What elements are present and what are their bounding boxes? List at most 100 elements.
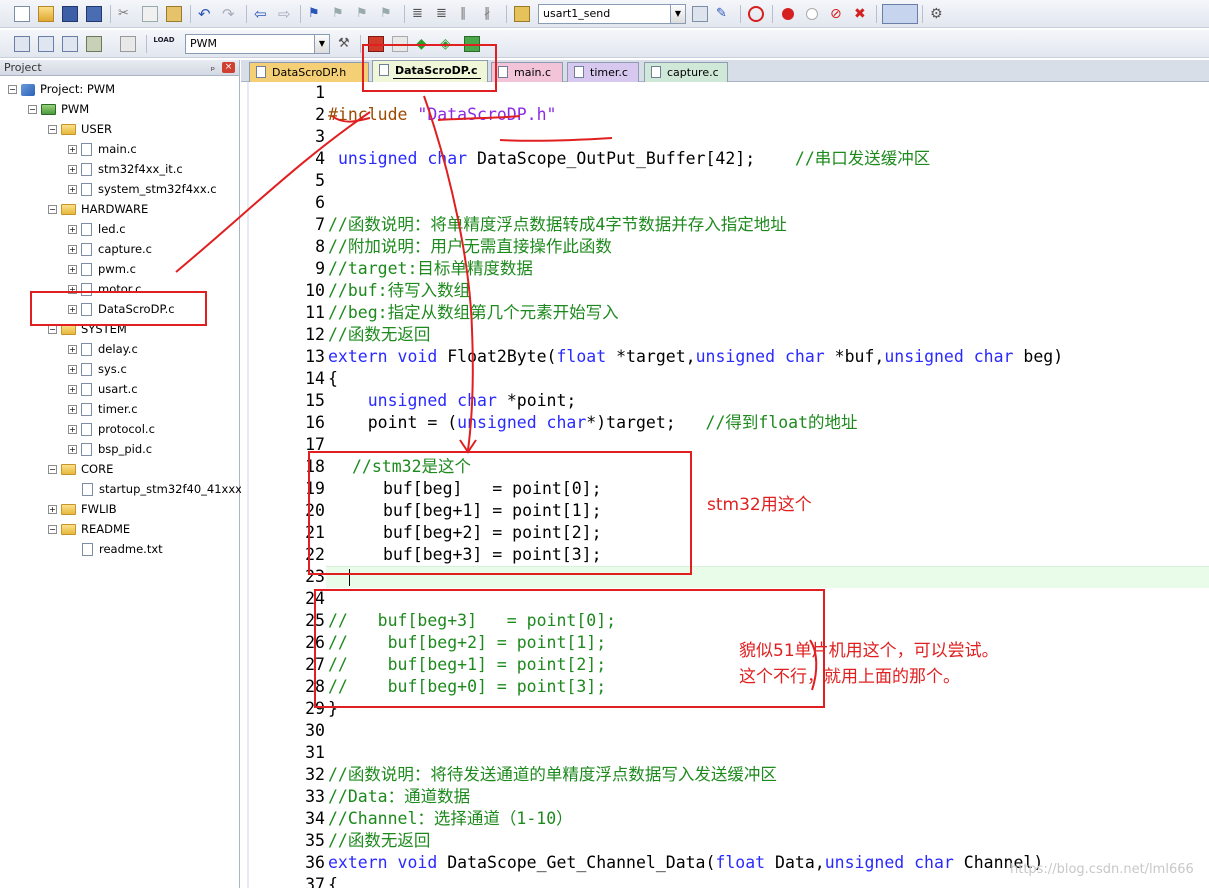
line-number: 12 bbox=[305, 325, 325, 344]
comment-icon[interactable]: ∥ bbox=[460, 6, 476, 22]
window-layout-icon[interactable] bbox=[882, 4, 918, 24]
tab-main-c[interactable]: main.c bbox=[491, 62, 563, 82]
cut-icon[interactable]: ✂ bbox=[118, 6, 134, 22]
tree-file[interactable]: + usart.c bbox=[68, 379, 138, 399]
find-icon[interactable]: ✎ bbox=[716, 6, 732, 22]
debug-session-icon[interactable] bbox=[748, 6, 764, 22]
nav-back-icon[interactable]: ⇦ bbox=[254, 6, 270, 22]
annotation-box-stm32 bbox=[308, 451, 692, 575]
new-file-icon[interactable] bbox=[14, 6, 30, 22]
tab-timer-c[interactable]: timer.c bbox=[567, 62, 639, 82]
expand-icon[interactable]: + bbox=[68, 425, 77, 434]
chevron-down-icon[interactable]: ▼ bbox=[670, 5, 685, 23]
target-combo[interactable]: usart1_send ▼ bbox=[538, 4, 686, 24]
configuration-wrench-icon[interactable]: ⚙ bbox=[930, 6, 946, 22]
build-icon[interactable] bbox=[38, 36, 54, 52]
batch-build-icon[interactable] bbox=[86, 36, 102, 52]
code-line: //target:目标单精度数据 bbox=[328, 259, 533, 278]
tree-folder-user[interactable]: − USER bbox=[48, 119, 112, 139]
tree-file[interactable]: + timer.c bbox=[68, 399, 138, 419]
project-target-combo[interactable]: PWM ▼ bbox=[185, 34, 330, 54]
bookmark-clear-icon[interactable]: ⚑ bbox=[380, 6, 396, 22]
toolbar-separator bbox=[246, 5, 247, 23]
tree-folder-readme[interactable]: − README bbox=[48, 519, 130, 539]
annotation-51-line2: 这个不行，就用上面的那个。 bbox=[739, 667, 960, 687]
tree-file[interactable]: + pwm.c bbox=[68, 259, 136, 279]
collapse-icon[interactable]: − bbox=[48, 325, 57, 334]
tree-item-project-root[interactable]: − Project: PWM bbox=[8, 79, 115, 99]
find-in-files-icon[interactable] bbox=[514, 6, 530, 22]
tab-datascrodp-h[interactable]: DataScroDP.h bbox=[249, 62, 369, 82]
collapse-icon[interactable]: − bbox=[48, 205, 57, 214]
tree-file[interactable]: + protocol.c bbox=[68, 419, 155, 439]
expand-icon[interactable]: + bbox=[68, 265, 77, 274]
paste-icon[interactable] bbox=[166, 6, 182, 22]
tree-file[interactable]: + stm32f4xx_it.c bbox=[68, 159, 183, 179]
tab-capture-c[interactable]: capture.c bbox=[644, 62, 728, 82]
tree-item-label: main.c bbox=[98, 142, 137, 156]
chevron-down-icon[interactable]: ▼ bbox=[314, 35, 329, 53]
bookmark-next-icon[interactable]: ⚑ bbox=[356, 6, 372, 22]
expand-icon[interactable]: + bbox=[68, 185, 77, 194]
expand-icon[interactable]: + bbox=[68, 365, 77, 374]
collapse-icon[interactable]: − bbox=[48, 125, 57, 134]
translate-icon[interactable] bbox=[14, 36, 30, 52]
code-line: { bbox=[328, 369, 338, 388]
expand-icon[interactable]: + bbox=[68, 345, 77, 354]
breakpoint-kill-icon[interactable]: ✖ bbox=[854, 6, 870, 22]
collapse-icon[interactable]: − bbox=[48, 525, 57, 534]
unindent-icon[interactable]: ≣ bbox=[436, 6, 452, 22]
breakpoint-insert-icon[interactable] bbox=[782, 8, 794, 20]
expand-icon[interactable]: + bbox=[68, 445, 77, 454]
line-number: 36 bbox=[305, 853, 325, 872]
tree-item-label: USER bbox=[81, 122, 112, 136]
watermark: https://blog.csdn.net/lml666 bbox=[1010, 862, 1194, 877]
bookmark-prev-icon[interactable]: ⚑ bbox=[332, 6, 348, 22]
tree-file[interactable]: readme.txt bbox=[82, 539, 163, 559]
save-all-icon[interactable] bbox=[86, 6, 102, 22]
tree-file[interactable]: + sys.c bbox=[68, 359, 127, 379]
expand-icon[interactable]: + bbox=[68, 385, 77, 394]
file-icon bbox=[81, 443, 92, 456]
load-download-icon[interactable]: LOAD bbox=[152, 36, 176, 52]
rebuild-icon[interactable] bbox=[62, 36, 78, 52]
tree-file[interactable]: + main.c bbox=[68, 139, 137, 159]
expand-icon[interactable]: + bbox=[68, 245, 77, 254]
target-options-icon[interactable]: ⚒ bbox=[338, 36, 354, 52]
tree-item-target[interactable]: − PWM bbox=[28, 99, 89, 119]
save-icon[interactable] bbox=[62, 6, 78, 22]
pin-icon[interactable]: ₚ bbox=[211, 60, 215, 76]
open-file-icon[interactable] bbox=[38, 6, 54, 22]
tree-file[interactable]: + system_stm32f4xx.c bbox=[68, 179, 217, 199]
incremental-find-icon[interactable] bbox=[692, 6, 708, 22]
close-icon[interactable]: × bbox=[222, 62, 235, 73]
tree-folder-hardware[interactable]: − HARDWARE bbox=[48, 199, 148, 219]
tree-file[interactable]: + led.c bbox=[68, 219, 126, 239]
expand-icon[interactable]: + bbox=[68, 405, 77, 414]
collapse-icon[interactable]: − bbox=[8, 85, 17, 94]
nav-forward-icon[interactable]: ⇨ bbox=[278, 6, 294, 22]
tree-folder-fwlib[interactable]: + FWLIB bbox=[48, 499, 117, 519]
tree-item-label: startup_stm32f40_41xxx.s bbox=[99, 482, 252, 496]
tree-file[interactable]: + bsp_pid.c bbox=[68, 439, 152, 459]
tree-file[interactable]: + delay.c bbox=[68, 339, 138, 359]
indent-icon[interactable]: ≣ bbox=[412, 6, 428, 22]
tree-folder-core[interactable]: − CORE bbox=[48, 459, 113, 479]
redo-icon[interactable]: ↷ bbox=[222, 6, 238, 22]
expand-icon[interactable]: + bbox=[68, 145, 77, 154]
tree-file[interactable]: + capture.c bbox=[68, 239, 152, 259]
stop-build-icon[interactable] bbox=[120, 36, 136, 52]
bookmark-icon[interactable]: ⚑ bbox=[308, 6, 324, 22]
undo-icon[interactable]: ↶ bbox=[198, 6, 214, 22]
collapse-icon[interactable]: − bbox=[28, 105, 37, 114]
expand-icon[interactable]: + bbox=[68, 165, 77, 174]
collapse-icon[interactable]: − bbox=[48, 465, 57, 474]
expand-icon[interactable]: + bbox=[48, 505, 57, 514]
expand-icon[interactable]: + bbox=[68, 225, 77, 234]
breakpoint-disable-icon[interactable]: ⊘ bbox=[830, 6, 846, 22]
tree-file[interactable]: startup_stm32f40_41xxx.s bbox=[82, 479, 252, 499]
tree-item-label: HARDWARE bbox=[81, 202, 149, 216]
uncomment-icon[interactable]: ∦ bbox=[484, 6, 500, 22]
breakpoint-enable-icon[interactable] bbox=[806, 8, 818, 20]
copy-icon[interactable] bbox=[142, 6, 158, 22]
